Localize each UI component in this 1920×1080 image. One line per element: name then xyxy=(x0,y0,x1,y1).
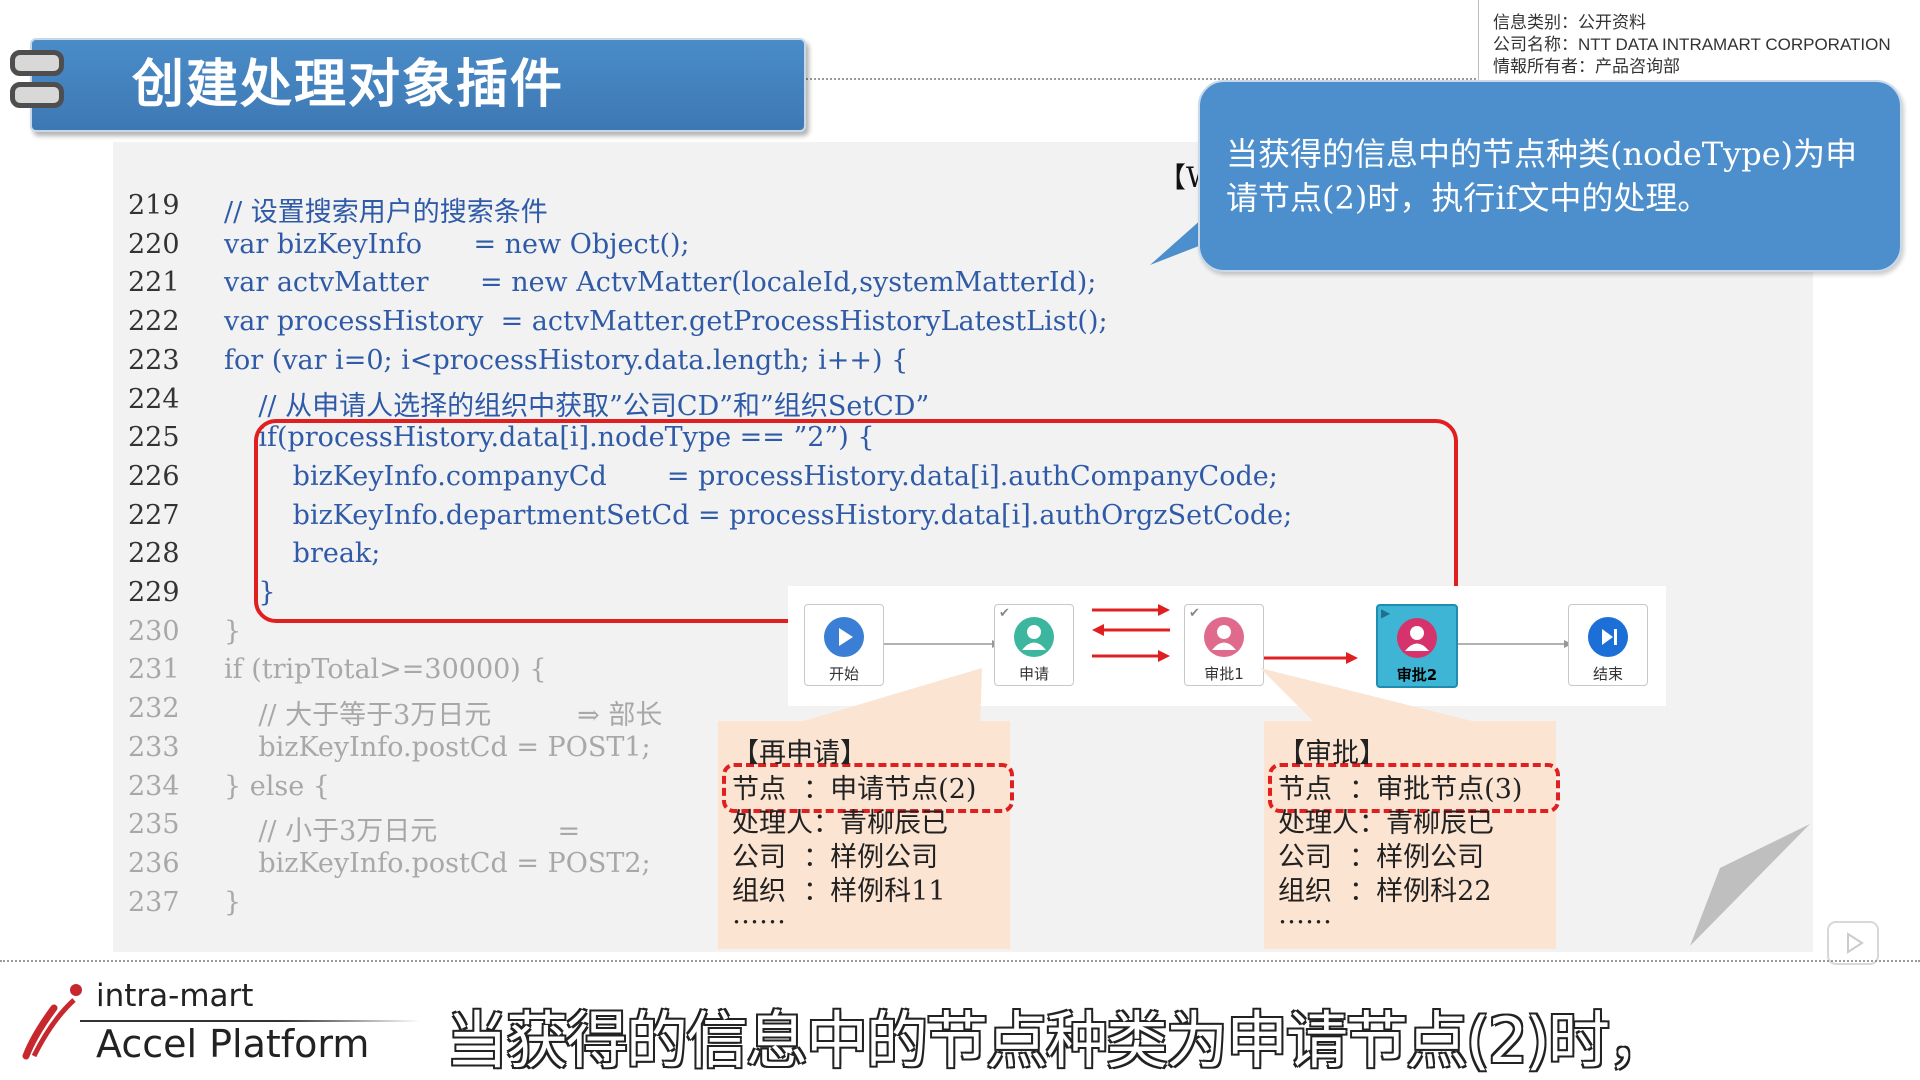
line-number: 231 xyxy=(128,654,180,686)
code-text: bizKeyInfo.postCd = POST2; xyxy=(224,847,651,879)
check-icon: ✔ xyxy=(999,606,1010,621)
code-text: } else { xyxy=(224,770,330,802)
code-text: var processHistory = actvMatter.getProce… xyxy=(224,306,1108,338)
line-number: 220 xyxy=(128,228,180,260)
user-icon xyxy=(1014,617,1054,657)
code-text: // 大于等于3万日元 ⇒ 部长 xyxy=(224,700,663,732)
play-icon xyxy=(824,617,864,657)
code-text: // 设置搜索用户的搜索条件 xyxy=(224,197,548,228)
check-icon: ✔ xyxy=(1189,606,1200,621)
info-title: 【再申请】 xyxy=(732,738,867,769)
info-box-approve: 【审批】 节点 ：审批节点(3) 处理人：青柳辰已 公司 ：样例公司 组织 ：样… xyxy=(1264,721,1560,949)
line-number: 224 xyxy=(128,383,180,415)
page-curl-decoration xyxy=(1690,824,1810,946)
code-text: var actvMatter = new ActvMatter(localeId… xyxy=(224,267,1097,299)
user-icon xyxy=(1397,618,1437,658)
line-number: 233 xyxy=(128,731,180,763)
video-subtitle: 当获得的信息中的节点种类为申请节点(2)时， xyxy=(445,1003,1671,1078)
brand-name: intra-mart xyxy=(96,978,254,1014)
code-text: } xyxy=(224,886,242,918)
line-number: 235 xyxy=(128,809,180,841)
line-number: 232 xyxy=(128,693,180,725)
code-text: for (var i=0; i<processHistory.data.leng… xyxy=(224,344,909,376)
binder-ring-icon xyxy=(10,82,64,108)
callout-text: 当获得的信息中的节点种类(nodeType)为申请节点(2)时，执行if文中的处… xyxy=(1226,135,1858,217)
line-number: 229 xyxy=(128,577,180,608)
line-number: 227 xyxy=(128,499,180,531)
info-owner: 情報所有者：产品咨询部 xyxy=(1493,57,1680,76)
line-number: 234 xyxy=(128,770,180,802)
title-bar: 创建处理对象插件 xyxy=(30,38,806,132)
line-number: 236 xyxy=(128,847,180,879)
info-more: …… xyxy=(1278,899,1332,930)
binder-ring-icon xyxy=(10,50,64,76)
code-text: // 小于3万日元 = xyxy=(224,816,581,848)
current-flag-icon: ▶ xyxy=(1381,606,1391,620)
line-number: 225 xyxy=(128,422,180,454)
document-info-box: 信息类别：公开资料 公司名称：NTT DATA INTRAMART CORPOR… xyxy=(1478,0,1920,80)
info-box-reapply: 【再申请】 节点 ：申请节点(2) 处理人：青柳辰已 公司 ：样例公司 组织 ：… xyxy=(718,721,1014,949)
line-number: 222 xyxy=(128,306,180,338)
line-number: 228 xyxy=(128,538,180,570)
info-title: 【审批】 xyxy=(1278,738,1386,769)
code-text: var bizKeyInfo = new Object(); xyxy=(224,228,690,260)
line-number: 230 xyxy=(128,615,180,647)
code-text: bizKeyInfo.postCd = POST1; xyxy=(224,731,651,763)
end-icon xyxy=(1588,617,1628,657)
user-icon xyxy=(1204,617,1244,657)
code-text: if (tripTotal>=30000) { xyxy=(224,654,547,686)
brand-product: Accel Platform xyxy=(96,1022,370,1066)
line-number: 219 xyxy=(128,190,180,221)
line-number: 226 xyxy=(128,460,180,492)
info-more: …… xyxy=(732,899,786,930)
line-number: 223 xyxy=(128,344,180,376)
footer-divider xyxy=(0,960,1920,962)
page-title: 创建处理对象插件 xyxy=(132,55,565,115)
line-number: 221 xyxy=(128,267,180,299)
callout-bubble: 当获得的信息中的节点种类(nodeType)为申请节点(2)时，执行if文中的处… xyxy=(1198,80,1902,272)
code-text: } xyxy=(224,615,242,647)
line-number: 237 xyxy=(128,886,180,918)
code-text: // 从申请人选择的组织中获取”公司CD”和”组织SetCD” xyxy=(224,390,930,422)
